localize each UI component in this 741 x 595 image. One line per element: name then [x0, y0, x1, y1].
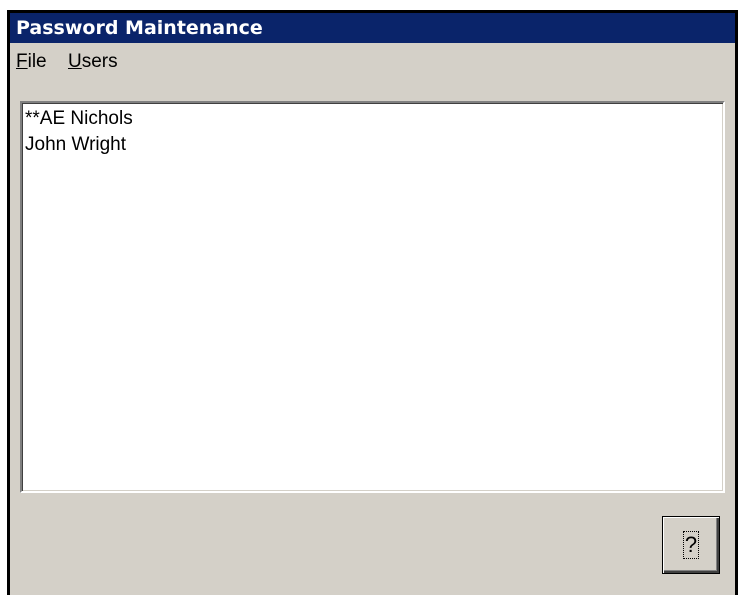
list-item[interactable]: **AE Nichols — [22, 106, 723, 132]
menu-file-label: ile — [27, 51, 47, 72]
menu-bar: File Users — [10, 43, 735, 77]
help-button[interactable]: ? — [662, 516, 720, 574]
menu-file[interactable]: File — [16, 51, 47, 73]
users-listbox[interactable]: **AE Nichols John Wright — [20, 101, 725, 493]
question-mark-icon: ? — [683, 531, 699, 559]
window-title: Password Maintenance — [16, 17, 263, 39]
menu-file-mnemonic: F — [16, 51, 28, 72]
menu-users[interactable]: Users — [68, 51, 118, 73]
list-item[interactable]: John Wright — [22, 132, 723, 158]
menu-users-label: sers — [81, 51, 118, 72]
menu-users-mnemonic: U — [68, 51, 82, 72]
password-maintenance-window: Password Maintenance File Users **AE Nic… — [7, 10, 738, 595]
title-bar[interactable]: Password Maintenance — [10, 13, 735, 43]
